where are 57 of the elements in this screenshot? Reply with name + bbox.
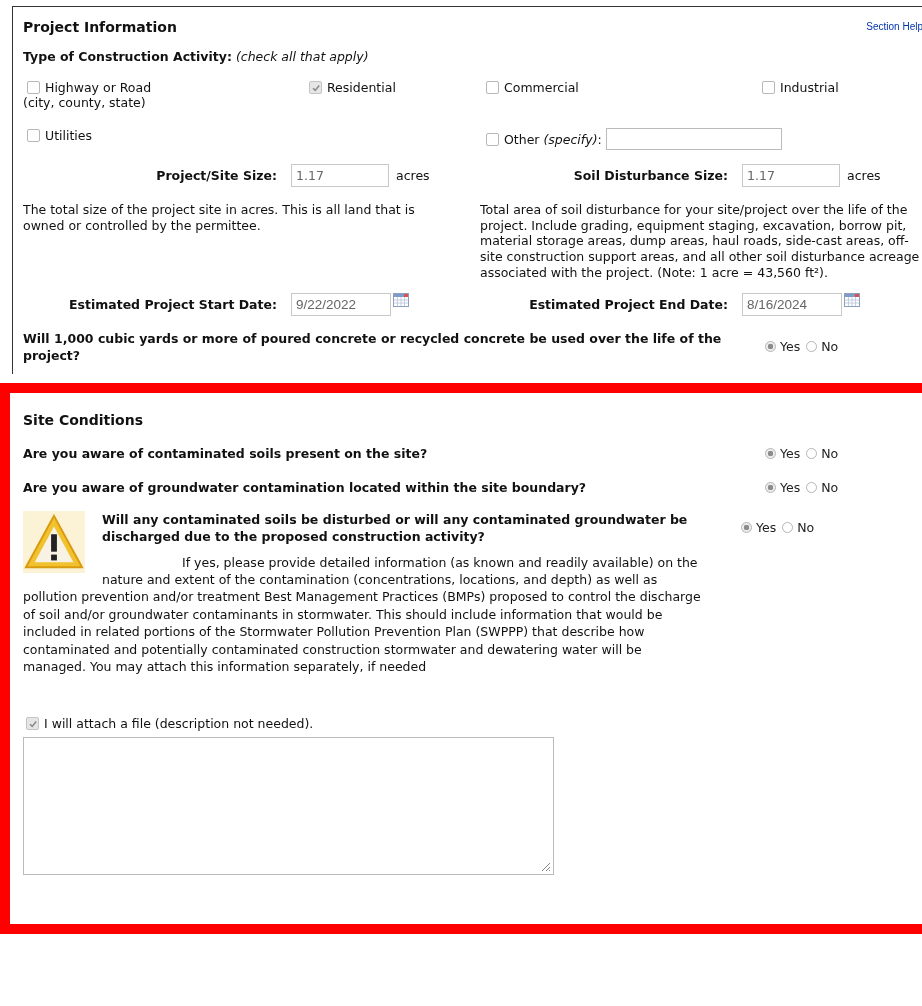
radio-button[interactable] bbox=[806, 447, 818, 459]
checkbox[interactable] bbox=[27, 129, 40, 142]
question-text: Are you aware of groundwater contamination located within the site boundary? bbox=[23, 478, 588, 496]
field-label: Soil Disturbance Size: bbox=[572, 168, 729, 183]
radio-button[interactable] bbox=[806, 481, 818, 493]
field-label: Type of Construction Activity: (check all that apply) bbox=[23, 49, 370, 64]
radio-label: No bbox=[797, 520, 815, 535]
radio-label: Yes bbox=[780, 479, 801, 495]
checkbox-label: Commercial bbox=[504, 80, 579, 95]
checkbox-label: I will attach a file (description not needed). bbox=[44, 716, 314, 732]
radio-button[interactable] bbox=[782, 522, 794, 533]
input-field[interactable] bbox=[605, 128, 782, 150]
radio-button[interactable] bbox=[806, 341, 818, 352]
radio-button[interactable] bbox=[765, 447, 776, 459]
field-description: Total area of soil disturbance for your site/project over the life of the project. Include grading, equipment staging, excavation, borrow pit, material storage areas, dump areas, haul roads, side-cast areas, off-site construction support areas, and all other soil disturbance acreage associated with the project. (Note: 1 acre = 43,560 ft²). bbox=[480, 202, 920, 281]
radio-button[interactable] bbox=[765, 481, 776, 493]
radio-label: Yes bbox=[780, 339, 801, 354]
date-field[interactable]: 9/22/2022 bbox=[291, 292, 391, 316]
checkbox[interactable] bbox=[762, 81, 775, 94]
checkbox-label: Industrial bbox=[780, 80, 839, 95]
radio-button[interactable] bbox=[741, 522, 752, 533]
checkbox-label: Utilities bbox=[45, 128, 93, 143]
checkbox-label: Highway or Road bbox=[45, 80, 152, 95]
radio-label: Yes bbox=[756, 520, 777, 535]
checkbox[interactable] bbox=[27, 81, 40, 94]
unit-label: acres bbox=[396, 168, 430, 183]
unit-label: acres bbox=[847, 168, 881, 183]
question-text: Will 1,000 cubic yards or more of poured concrete or recycled concrete be used over the life of the project? bbox=[23, 329, 723, 364]
checkbox-note: (city, county, state) bbox=[23, 95, 147, 110]
input-field[interactable]: 1.17 bbox=[291, 164, 389, 187]
calendar-icon[interactable] bbox=[393, 292, 409, 307]
calendar-icon[interactable] bbox=[844, 292, 860, 307]
radio-button[interactable] bbox=[765, 341, 776, 352]
checkbox[interactable] bbox=[309, 81, 322, 94]
checkbox[interactable] bbox=[486, 132, 499, 146]
field-label: Project/Site Size: bbox=[155, 168, 278, 183]
question-text: Will any contaminated soils be disturbed or will any contaminated groundwater be discharged due to the proposed construction activity? bbox=[102, 510, 689, 545]
resize-grip-icon[interactable] bbox=[539, 860, 551, 873]
instruction-text: If yes, please provide detailed information (as known and readily available) on the nature and extent of the contamination (concentrations, locations, and depth) as well as pollution prevention and/or treatment Best Management Practices (BMPs) proposed to control the discharge of soil and/or groundwater contaminants in stormwater. This should include information that would be included in related portions of the Stormwater Pollution Prevention Plan (SWPPP) that describe how contaminated and potentially contaminated construction stormwater and dewatering water will be managed. You may attach this information separately, if needed bbox=[23, 553, 702, 676]
section-title: Project Information bbox=[23, 19, 177, 35]
radio-label: No bbox=[821, 479, 839, 495]
field-description: The total size of the project site in acres. This is all land that is owned or controlled by the permittee. bbox=[23, 202, 416, 234]
field-label: Estimated Project Start Date: bbox=[67, 296, 278, 312]
input-field[interactable]: 1.17 bbox=[742, 164, 840, 187]
checkbox-label: Other (specify): bbox=[504, 131, 602, 147]
field-label: Estimated Project End Date: bbox=[528, 296, 729, 312]
date-field[interactable]: 8/16/2024 bbox=[742, 292, 842, 316]
radio-label: Yes bbox=[780, 445, 801, 461]
checkbox[interactable] bbox=[26, 717, 39, 731]
checkbox[interactable] bbox=[486, 81, 499, 94]
checkbox-label: Residential bbox=[327, 80, 396, 95]
warning-icon bbox=[23, 510, 85, 573]
question-text: Are you aware of contaminated soils present on the site? bbox=[23, 444, 429, 462]
section-help-link[interactable]: Section Help bbox=[866, 21, 922, 32]
section-title: Site Conditions bbox=[23, 411, 145, 428]
radio-label: No bbox=[821, 445, 839, 461]
radio-label: No bbox=[821, 339, 839, 354]
